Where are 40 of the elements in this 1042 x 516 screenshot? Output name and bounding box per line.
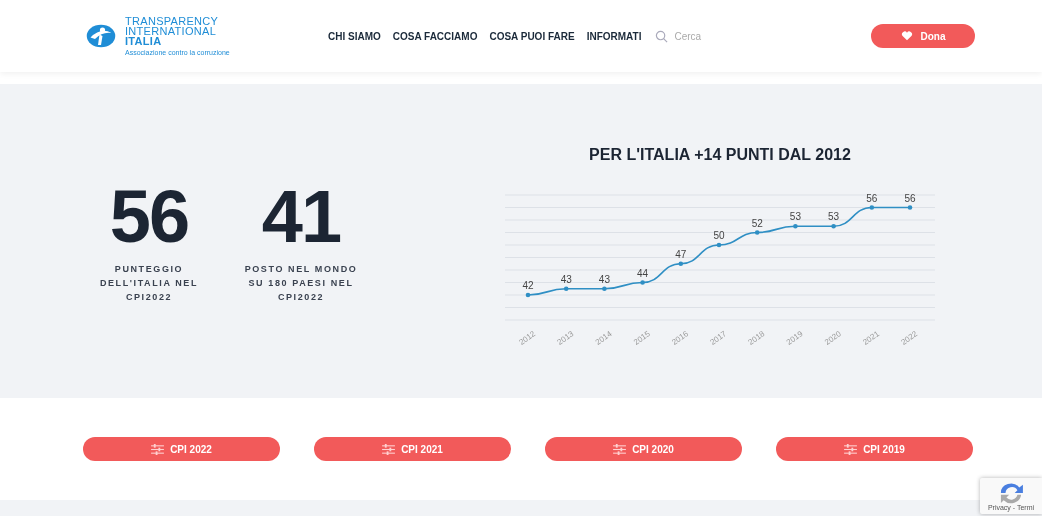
data-label: 43 xyxy=(598,273,610,285)
data-label: 53 xyxy=(828,211,840,223)
data-point xyxy=(525,292,531,298)
data-point xyxy=(907,205,913,210)
nav-link[interactable]: INFORMATI xyxy=(586,30,642,42)
data-point xyxy=(754,230,760,235)
data-point xyxy=(831,223,836,229)
nav-link[interactable]: CHI SIAMO xyxy=(328,30,381,42)
chart-title: PER L'ITALIA +14 PUNTI DAL 2012 xyxy=(589,146,851,164)
data-label: 50 xyxy=(713,230,725,241)
data-point xyxy=(793,223,798,229)
logo-text: ITALIA xyxy=(125,35,162,46)
data-point xyxy=(602,286,607,292)
data-label: 56 xyxy=(866,192,878,204)
data-label: 42 xyxy=(522,280,534,291)
sliders-icon xyxy=(382,443,396,455)
logo-text: INTERNATIONAL xyxy=(125,25,217,36)
data-label: 53 xyxy=(789,211,801,223)
stat-label: PUNTEGGIO DELL'ITALIA NEL CPI2022 xyxy=(98,263,200,304)
sliders-icon xyxy=(613,443,627,455)
stat-value: 41 xyxy=(261,182,341,252)
nav-link[interactable]: COSA PUOI FARE xyxy=(489,30,575,42)
data-label: 43 xyxy=(560,273,572,285)
heart-icon xyxy=(900,31,913,41)
data-label: 47 xyxy=(675,248,687,260)
sliders-icon xyxy=(151,443,165,455)
data-label: 56 xyxy=(904,192,916,204)
sliders-icon xyxy=(844,443,858,455)
data-point xyxy=(563,286,569,292)
data-label: 44 xyxy=(637,267,649,279)
data-label: 52 xyxy=(751,217,763,229)
stat-label: POSTO NEL MONDO SU 180 PAESI NEL CPI2022 xyxy=(243,263,359,304)
nav-link[interactable]: COSA FACCIAMO xyxy=(392,30,478,42)
data-point xyxy=(640,280,645,285)
data-point xyxy=(869,205,875,210)
stat-value: 56 xyxy=(109,182,189,252)
logo-text: TRANSPARENCY xyxy=(125,15,220,26)
data-point xyxy=(716,242,722,248)
data-point xyxy=(678,261,684,267)
search-icon[interactable] xyxy=(655,29,669,43)
